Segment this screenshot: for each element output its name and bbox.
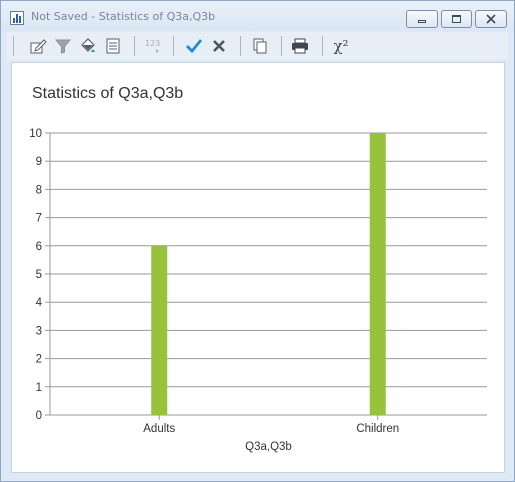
y-tick-label: 2 (36, 354, 42, 366)
x-axis-title: Q3a,Q3b (245, 441, 292, 453)
minimize-icon (418, 19, 426, 23)
y-tick-label: 4 (36, 297, 43, 309)
y-tick-label: 7 (36, 213, 42, 225)
reject-button[interactable] (208, 35, 230, 57)
notes-button[interactable] (102, 35, 124, 57)
print-icon (292, 38, 308, 54)
accept-button[interactable] (183, 35, 205, 57)
number-format-icon: 123 (145, 39, 160, 53)
notes-icon (106, 38, 120, 54)
number-format-button[interactable]: 123 (143, 35, 165, 57)
chart-area: Statistics of Q3a,Q3b 0 1 2 3 4 5 6 7 8 9 10 Adults… (11, 62, 505, 473)
filter-icon (54, 39, 72, 54)
y-tick-label: 6 (36, 241, 42, 253)
bar (151, 245, 168, 415)
toolbar-separator (281, 36, 282, 56)
minimize-button[interactable] (406, 10, 438, 28)
y-tick-label: 5 (36, 269, 42, 281)
y-tick-label: 8 (36, 184, 42, 196)
y-tick-label: 1 (36, 382, 42, 394)
window-title: Not Saved - Statistics of Q3a,Q3b (31, 10, 216, 23)
toolbar-separator (134, 36, 135, 56)
edit-properties-icon (30, 39, 47, 54)
maximize-button[interactable] (441, 10, 472, 28)
toolbar-separator (240, 36, 241, 56)
toolbar-separator (322, 36, 323, 56)
filter-button[interactable] (52, 35, 74, 57)
statistics-window: Not Saved - Statistics of Q3a,Q3b 123 χ²… (0, 0, 515, 482)
bar (369, 133, 386, 415)
y-tick-label: 3 (36, 325, 42, 337)
chi-square-icon: χ² (333, 37, 349, 55)
toolbar-separator (13, 36, 14, 56)
copy-icon (253, 38, 267, 54)
close-button[interactable] (475, 10, 507, 28)
fill-color-icon (81, 38, 95, 52)
maximize-icon (452, 15, 461, 23)
check-icon (186, 39, 203, 54)
copy-button[interactable] (249, 35, 271, 57)
title-bar[interactable]: Not Saved - Statistics of Q3a,Q3b (1, 1, 514, 31)
close-icon (486, 14, 496, 24)
print-button[interactable] (289, 35, 311, 57)
chi-square-button[interactable]: χ² (330, 35, 352, 57)
edit-properties-button[interactable] (27, 35, 49, 57)
fill-color-button[interactable] (77, 35, 99, 57)
x-tick-label: Children (356, 423, 399, 435)
bar-chart-app-icon (10, 11, 24, 25)
y-tick-label: 9 (36, 156, 42, 168)
y-tick-label: 10 (29, 128, 42, 140)
bar-chart: 0 1 2 3 4 5 6 7 8 9 10 Adults Children Q3a,Q3b (29, 128, 487, 453)
x-tick-label: Adults (143, 423, 175, 435)
toolbar: 123 χ² (7, 32, 508, 60)
cross-icon (213, 40, 225, 52)
y-tick-label: 0 (36, 410, 42, 422)
number-format-label: 123 (145, 39, 160, 48)
toolbar-separator (173, 36, 174, 56)
